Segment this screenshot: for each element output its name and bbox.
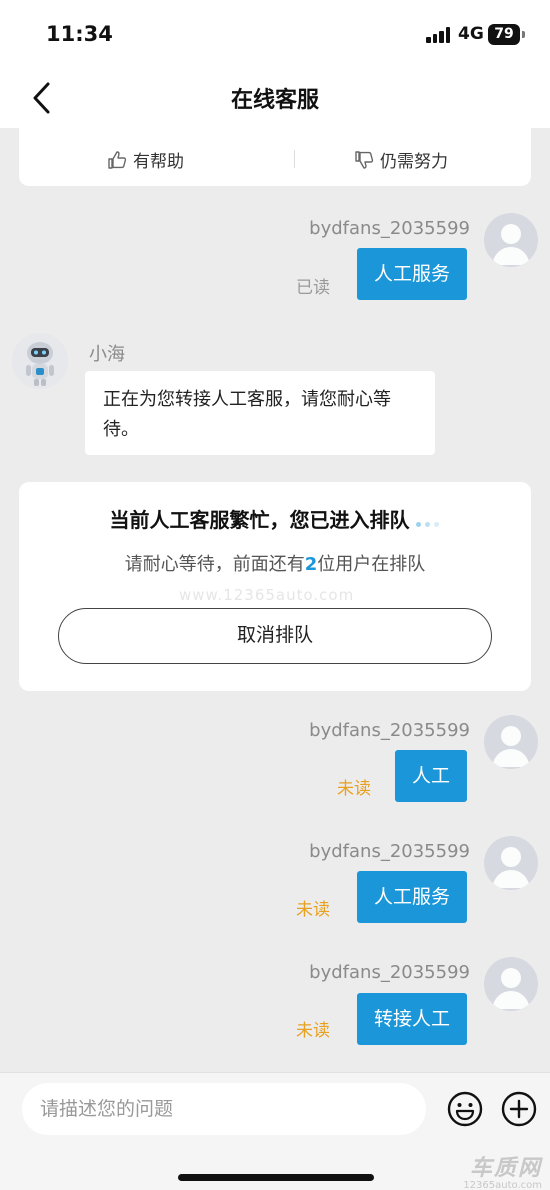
queue-title-text: 当前人工客服繁忙，您已进入排队 (109, 508, 410, 532)
network-label: 4G (458, 24, 484, 44)
user-avatar (484, 957, 538, 1011)
user-silhouette-icon (492, 224, 530, 265)
helpful-label: 有帮助 (133, 152, 184, 172)
user-silhouette-icon (492, 847, 530, 888)
queue-subtitle-before: 请耐心等待，前面还有 (124, 554, 305, 575)
read-status: 未读 (337, 779, 371, 799)
loading-dots-icon (414, 508, 441, 532)
read-status: 未读 (296, 1021, 330, 1041)
divider (294, 150, 295, 168)
page-title: 在线客服 (230, 88, 319, 113)
need-effort-label: 仍需努力 (380, 152, 448, 172)
cancel-queue-button[interactable]: 取消排队 (58, 608, 492, 664)
message-bubble[interactable]: 转接人工 (356, 993, 467, 1045)
user-avatar (484, 715, 538, 769)
queue-count: 2 (304, 554, 318, 575)
queue-title: 当前人工客服繁忙，您已进入排队 (19, 504, 531, 533)
bot-name: 小海 (89, 344, 125, 365)
plus-icon (501, 1091, 537, 1127)
signal-icon (426, 27, 452, 43)
site-logo: 车质网 12365auto.com (463, 1150, 542, 1190)
message-bubble[interactable]: 人工服务 (356, 248, 467, 300)
battery-icon: 79 (488, 24, 520, 45)
battery-tip (522, 31, 525, 38)
sender-name: bydfans_2035599 (309, 218, 470, 239)
sender-name: bydfans_2035599 (309, 841, 470, 862)
sender-name: bydfans_2035599 (309, 720, 470, 741)
queue-subtitle-after: 位用户在排队 (317, 554, 426, 575)
queue-card: 当前人工客服繁忙，您已进入排队 请耐心等待，前面还有2位用户在排队 www.12… (19, 482, 531, 691)
thumbs-down-icon (355, 150, 374, 169)
user-avatar (484, 836, 538, 890)
bot-message-bubble[interactable]: 正在为您转接人工客服，请您耐心等待。 (85, 371, 435, 455)
robot-icon (26, 342, 54, 386)
logo-sub: 12365auto.com (463, 1180, 542, 1190)
bot-avatar (12, 333, 68, 389)
add-button[interactable] (500, 1090, 538, 1128)
need-effort-button[interactable]: 仍需努力 (354, 147, 448, 172)
helpful-button[interactable]: 有帮助 (107, 147, 184, 172)
input-bar: 车质网 12365auto.com (0, 1072, 550, 1190)
user-silhouette-icon (492, 968, 530, 1009)
logo-main: 车质网 (469, 1156, 542, 1181)
home-indicator (178, 1174, 374, 1181)
thumbs-up-icon (108, 150, 127, 169)
sender-name: bydfans_2035599 (309, 962, 470, 983)
top-bar: 11:34 4G 79 在线客服 (0, 0, 550, 128)
user-silhouette-icon (492, 726, 530, 767)
status-time: 11:34 (46, 22, 113, 46)
read-status: 未读 (296, 900, 330, 920)
emoji-icon (447, 1091, 483, 1127)
feedback-card: 有帮助 仍需努力 (19, 128, 531, 186)
read-status: 已读 (296, 278, 330, 298)
message-bubble[interactable]: 人工服务 (356, 871, 467, 923)
message-bubble[interactable]: 人工 (394, 750, 467, 802)
watermark: www.12365auto.com (179, 586, 355, 604)
message-input[interactable] (22, 1083, 426, 1135)
user-avatar (484, 213, 538, 267)
emoji-button[interactable] (446, 1090, 484, 1128)
queue-subtitle: 请耐心等待，前面还有2位用户在排队 (19, 550, 531, 576)
